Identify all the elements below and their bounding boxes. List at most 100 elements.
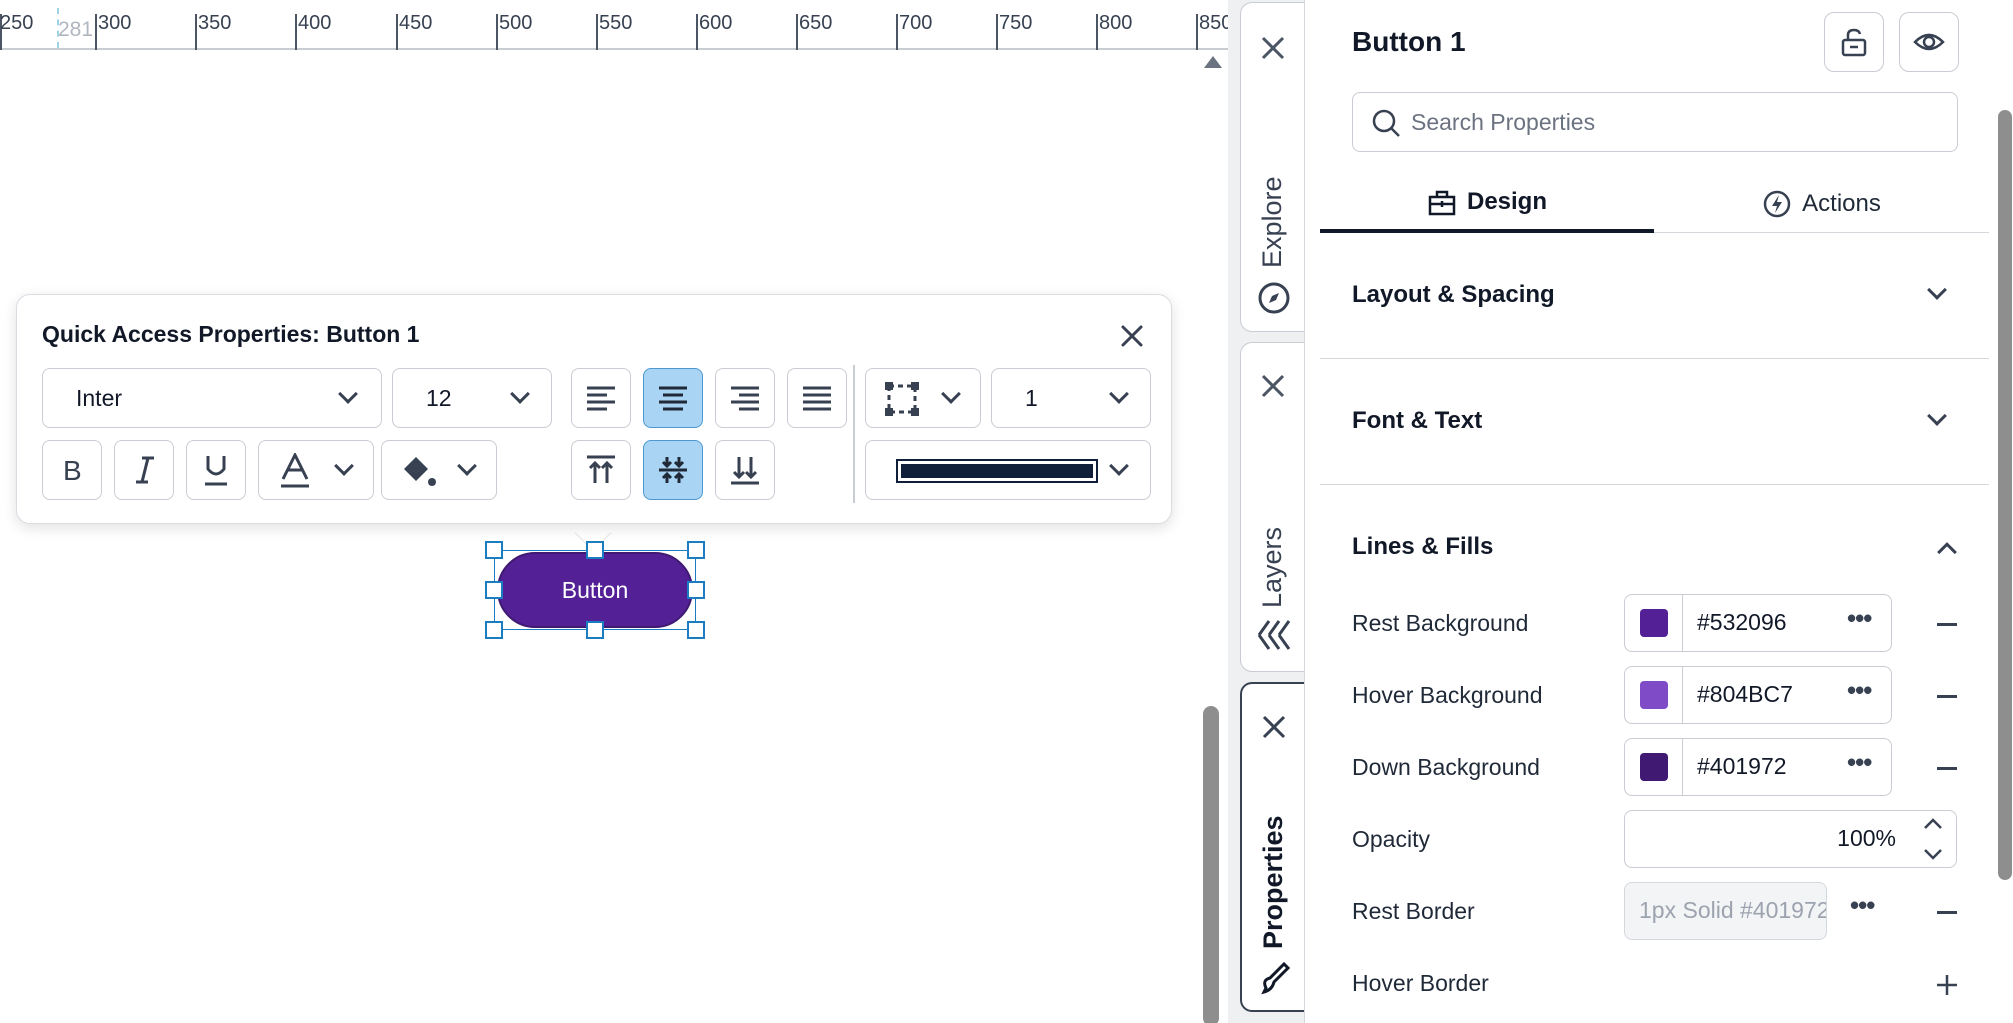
search-input[interactable] <box>1411 105 1931 139</box>
remove-icon[interactable] <box>1937 695 1957 698</box>
chevron-down-icon[interactable] <box>1927 280 1947 300</box>
remove-icon[interactable] <box>1937 911 1957 914</box>
resize-handle[interactable] <box>586 621 604 639</box>
align-center-button[interactable] <box>643 368 703 428</box>
down-background-swatch[interactable] <box>1625 739 1683 795</box>
opacity-value: 100% <box>1837 825 1896 851</box>
rest-border-label: Rest Border <box>1352 898 1475 924</box>
more-options-icon[interactable]: ••• <box>1850 890 1875 921</box>
canvas-vertical-scrollbar[interactable] <box>1203 56 1222 1023</box>
search-properties-field[interactable] <box>1352 92 1958 152</box>
down-background-field[interactable]: #401972 ••• <box>1624 738 1892 796</box>
chevron-down-icon <box>457 456 477 476</box>
font-size-select[interactable]: 12 <box>392 368 552 428</box>
tab-explore-label: Explore <box>1257 176 1287 268</box>
ruler-tick <box>996 14 998 50</box>
ruler-tick <box>1096 14 1098 50</box>
border-style-select[interactable] <box>865 368 981 428</box>
align-right-button[interactable] <box>715 368 775 428</box>
ruler-tick-label: 250 <box>0 12 34 34</box>
border-width-select[interactable]: 1 <box>991 368 1151 428</box>
section-title: Layout & Spacing <box>1352 281 1555 308</box>
resize-handle[interactable] <box>586 541 604 559</box>
align-top-button[interactable] <box>571 440 631 500</box>
ruler-tick-label: 800 <box>1099 12 1133 34</box>
close-icon[interactable] <box>1258 371 1288 401</box>
remove-icon[interactable] <box>1937 767 1957 770</box>
chevron-down-icon <box>338 384 358 404</box>
chevron-down-icon <box>941 384 961 404</box>
tab-explore[interactable]: Explore <box>1240 2 1304 332</box>
font-family-select[interactable]: Inter <box>42 368 382 428</box>
remove-icon[interactable] <box>1937 623 1957 626</box>
resize-handle[interactable] <box>485 541 503 559</box>
tab-design[interactable]: Design <box>1320 175 1654 233</box>
close-icon[interactable] <box>1258 33 1288 63</box>
align-left-button[interactable] <box>571 368 631 428</box>
decrement-icon[interactable] <box>1921 847 1945 861</box>
rest-background-field[interactable]: #532096 ••• <box>1624 594 1892 652</box>
section-lines-fills-title[interactable]: Lines & Fills <box>1352 533 1493 561</box>
eye-icon <box>1913 33 1945 51</box>
close-icon[interactable] <box>1117 321 1147 351</box>
canvas-button[interactable]: Button <box>497 552 693 628</box>
bold-button[interactable]: B <box>42 440 102 500</box>
resize-handle[interactable] <box>687 541 705 559</box>
down-background-value: #401972 <box>1697 753 1787 779</box>
resize-handle[interactable] <box>687 621 705 639</box>
ruler-tick-label: 350 <box>198 12 232 34</box>
hover-background-swatch[interactable] <box>1625 667 1683 723</box>
tab-layers[interactable]: Layers <box>1240 342 1304 672</box>
italic-button[interactable] <box>114 440 174 500</box>
ruler-tick-label: 300 <box>98 12 132 34</box>
rest-background-swatch[interactable] <box>1625 595 1683 651</box>
tab-properties-label: Properties <box>1258 815 1288 949</box>
line-style-select[interactable] <box>865 440 1151 500</box>
toolbar-divider <box>853 365 855 503</box>
underline-button[interactable] <box>186 440 246 500</box>
align-justify-button[interactable] <box>787 368 847 428</box>
lock-button[interactable] <box>1824 12 1884 72</box>
hover-background-field[interactable]: #804BC7 ••• <box>1624 666 1892 724</box>
align-bottom-button[interactable] <box>715 440 775 500</box>
hover-border-label: Hover Border <box>1352 970 1489 996</box>
more-options-icon[interactable]: ••• <box>1847 603 1872 634</box>
section-layout-spacing[interactable]: Layout & Spacing <box>1320 233 1989 359</box>
tab-actions[interactable]: Actions <box>1654 175 1989 233</box>
visibility-button[interactable] <box>1899 12 1959 72</box>
panel-scrollbar-thumb[interactable] <box>1998 110 2012 880</box>
opacity-stepper[interactable]: 100% <box>1624 810 1957 868</box>
chevron-down-icon[interactable] <box>1927 406 1947 426</box>
fill-color-select[interactable] <box>381 440 497 500</box>
rest-border-field[interactable]: 1px Solid #401972 <box>1624 882 1827 940</box>
rest-background-label: Rest Background <box>1352 610 1529 636</box>
chevron-up-icon[interactable] <box>1937 542 1957 562</box>
ruler-guide-value: 281 <box>58 18 94 41</box>
scroll-up-arrow-icon[interactable] <box>1204 56 1222 68</box>
text-color-select[interactable] <box>258 440 374 500</box>
ruler-tick-label: 500 <box>499 12 533 34</box>
add-icon[interactable] <box>1935 973 1959 997</box>
properties-panel: Button 1 Design Actions Layout & Spacing… <box>1304 0 2013 1023</box>
increment-icon[interactable] <box>1921 817 1945 831</box>
section-font-text[interactable]: Font & Text <box>1320 359 1989 485</box>
rest-background-value: #532096 <box>1697 609 1787 635</box>
design-canvas[interactable]: 250 300 350 400 450 500 550 600 650 700 … <box>0 0 1232 1023</box>
tab-properties[interactable]: Properties <box>1240 682 1304 1012</box>
brush-icon <box>1261 961 1291 995</box>
ruler-tick-label: 650 <box>799 12 833 34</box>
ruler-tick-label: 600 <box>699 12 733 34</box>
align-bottom-icon <box>731 457 759 485</box>
tab-actions-label: Actions <box>1802 190 1881 217</box>
compass-icon <box>1258 282 1290 314</box>
ruler-tick <box>1196 14 1198 50</box>
resize-handle[interactable] <box>485 621 503 639</box>
close-icon[interactable] <box>1259 712 1289 742</box>
more-options-icon[interactable]: ••• <box>1847 747 1872 778</box>
underline-icon <box>205 456 227 486</box>
align-middle-button[interactable] <box>643 440 703 500</box>
resize-handle[interactable] <box>485 581 503 599</box>
more-options-icon[interactable]: ••• <box>1847 675 1872 706</box>
canvas-scroll-thumb[interactable] <box>1203 706 1219 1023</box>
resize-handle[interactable] <box>687 581 705 599</box>
